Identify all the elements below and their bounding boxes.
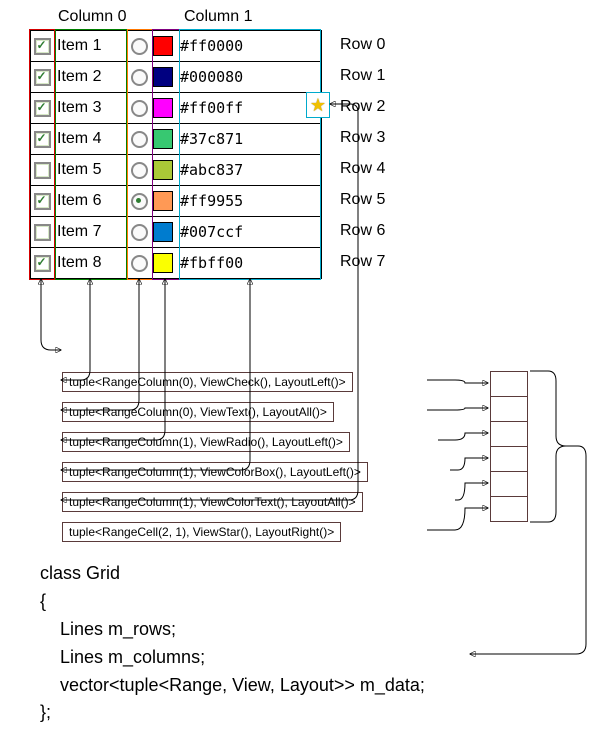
color-hex: #37c871 xyxy=(176,124,321,154)
row-label: Row 6 xyxy=(340,222,385,240)
radio[interactable] xyxy=(131,193,148,210)
tuple-label: tuple<RangeColumn(0), ViewText(), Layout… xyxy=(62,402,334,422)
vec-slot xyxy=(491,422,527,447)
vec-slot xyxy=(491,447,527,472)
color-swatch xyxy=(153,36,173,56)
tuple-label: tuple<RangeColumn(0), ViewCheck(), Layou… xyxy=(62,372,353,392)
row-label: Row 3 xyxy=(340,129,385,147)
radio[interactable] xyxy=(131,162,148,179)
radio[interactable] xyxy=(131,100,148,117)
color-hex: #000080 xyxy=(176,62,321,92)
row-label: Row 5 xyxy=(340,191,385,209)
color-swatch xyxy=(153,253,173,273)
color-swatch xyxy=(153,129,173,149)
diagram-canvas: Column 0 Column 1 Item 1 #ff0000 Item 2 #00… xyxy=(0,0,600,747)
radio[interactable] xyxy=(131,38,148,55)
checkbox[interactable] xyxy=(34,69,51,86)
checkbox[interactable] xyxy=(34,100,51,117)
checkbox[interactable] xyxy=(34,255,51,272)
row-label: Row 4 xyxy=(340,160,385,178)
radio[interactable] xyxy=(131,255,148,272)
data-grid: Item 1#ff0000Item 2#000080Item 3#ff00ffI… xyxy=(30,30,322,279)
color-hex: #ff9955 xyxy=(176,186,321,216)
color-hex: #ff0000 xyxy=(176,31,321,61)
vec-slot xyxy=(491,497,527,521)
table-row: Item 1 #ff0000 xyxy=(31,31,321,62)
radio[interactable] xyxy=(131,224,148,241)
table-row: Item 7 #007ccf xyxy=(31,217,321,248)
table-row: Item 5 #abc837 xyxy=(31,155,321,186)
item-label: Item 6 xyxy=(53,186,127,216)
item-label: Item 1 xyxy=(53,31,127,61)
tuple-label: tuple<RangeCell(2, 1), ViewStar(), Layou… xyxy=(62,522,341,542)
item-label: Item 8 xyxy=(53,248,127,278)
table-row: Item 3 #ff00ff xyxy=(31,93,321,124)
tuple-label: tuple<RangeColumn(1), ViewRadio(), Layou… xyxy=(62,432,350,452)
item-label: Item 3 xyxy=(53,93,127,123)
vec-slot xyxy=(491,397,527,422)
color-swatch xyxy=(153,98,173,118)
color-hex: #fbff00 xyxy=(176,248,321,278)
item-label: Item 5 xyxy=(53,155,127,185)
row-label: Row 1 xyxy=(340,67,385,85)
column-header-0: Column 0 xyxy=(58,8,126,26)
row-label: Row 2 xyxy=(340,98,385,116)
color-swatch xyxy=(153,67,173,87)
item-label: Item 7 xyxy=(53,217,127,247)
checkbox[interactable] xyxy=(34,162,51,179)
table-row: Item 8 #fbff00 xyxy=(31,248,321,278)
table-row: Item 4 #37c871 xyxy=(31,124,321,155)
checkbox[interactable] xyxy=(34,193,51,210)
row-label: Row 7 xyxy=(340,253,385,271)
checkbox[interactable] xyxy=(34,131,51,148)
vector-stack xyxy=(490,371,528,522)
radio[interactable] xyxy=(131,69,148,86)
checkbox[interactable] xyxy=(34,38,51,55)
star-icon: ★ xyxy=(310,95,326,116)
color-swatch xyxy=(153,191,173,211)
vec-slot xyxy=(491,472,527,497)
radio[interactable] xyxy=(131,131,148,148)
checkbox[interactable] xyxy=(34,224,51,241)
table-row: Item 6 #ff9955 xyxy=(31,186,321,217)
color-swatch xyxy=(153,222,173,242)
color-hex: #abc837 xyxy=(176,155,321,185)
item-label: Item 4 xyxy=(53,124,127,154)
column-header-1: Column 1 xyxy=(184,8,252,26)
color-swatch xyxy=(153,160,173,180)
color-hex: #007ccf xyxy=(176,217,321,247)
class-code: class Grid { Lines m_rows; Lines m_colum… xyxy=(40,560,425,727)
vec-slot xyxy=(491,372,527,397)
item-label: Item 2 xyxy=(53,62,127,92)
row-label: Row 0 xyxy=(340,36,385,54)
color-hex: #ff00ff xyxy=(176,93,321,123)
tuple-label: tuple<RangeColumn(1), ViewColorText(), L… xyxy=(62,492,363,512)
star-cell: ★ xyxy=(306,92,330,118)
table-row: Item 2 #000080 xyxy=(31,62,321,93)
tuple-label: tuple<RangeColumn(1), ViewColorBox(), La… xyxy=(62,462,368,482)
